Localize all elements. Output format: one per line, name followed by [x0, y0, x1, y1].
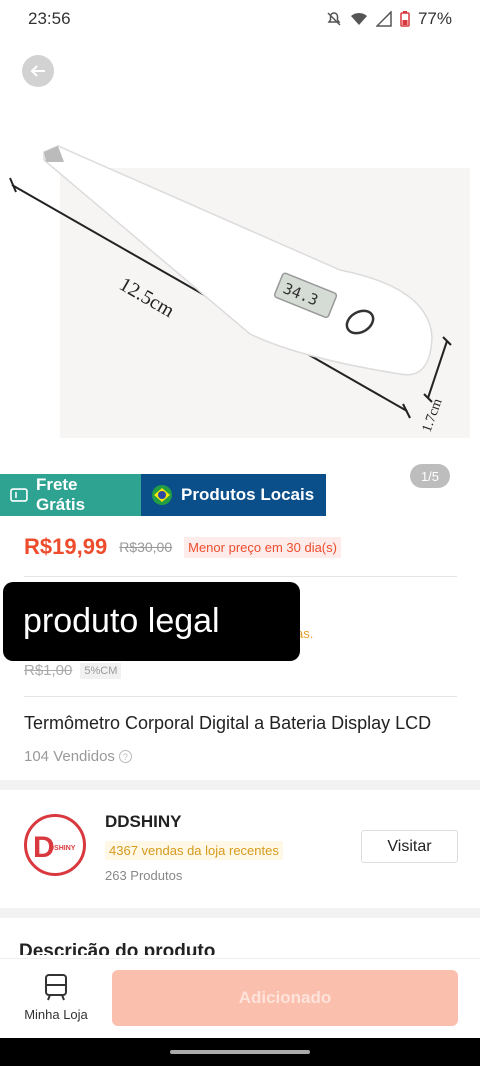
coin-row: R$1,00 5%CM	[24, 662, 122, 679]
store-sales: 4367 vendas da loja recentes	[105, 841, 283, 860]
battery-icon	[400, 11, 410, 27]
store-icon	[45, 974, 67, 1001]
price-row: R$19,99 R$30,00 Menor preço em 30 dia(s)	[24, 534, 341, 560]
brazil-flag-icon	[152, 485, 172, 505]
my-store-button[interactable]: Minha Loja	[18, 973, 94, 1022]
arrow-left-icon	[30, 65, 45, 77]
sold-count-label: 104 Vendidos	[24, 748, 115, 765]
product-image[interactable]: 12.5cm 1.7cm 34.3	[0, 38, 480, 474]
store-products: 263 Produtos	[105, 868, 183, 883]
store-logo-mark: D DSHINY	[33, 831, 76, 864]
coin-original-price: R$1,00	[24, 662, 73, 679]
video-caption: produto legal	[3, 582, 300, 661]
description-title: Descrição do produto	[19, 941, 216, 955]
home-indicator[interactable]	[170, 1050, 310, 1054]
signal-icon	[375, 11, 392, 27]
battery-percent: 77%	[417, 9, 452, 28]
mute-icon	[327, 12, 341, 26]
thermometer-illustration: 12.5cm 1.7cm 34.3	[9, 145, 470, 438]
divider	[24, 696, 457, 697]
back-button[interactable]	[22, 55, 54, 87]
original-price: R$30,00	[119, 539, 173, 555]
local-products-badge: Produtos Locais	[141, 474, 326, 516]
status-time: 23:56	[28, 9, 71, 28]
status-icons: 77%	[326, 9, 452, 29]
help-icon[interactable]: ?	[118, 750, 132, 763]
free-shipping-badge: Frete Grátis	[0, 474, 141, 516]
lowest-price-tag: Menor preço em 30 dia(s)	[184, 536, 341, 558]
system-nav-bar	[0, 1038, 480, 1066]
visit-store-button[interactable]: Visitar	[361, 830, 458, 863]
image-page-indicator: 1/5	[410, 464, 450, 488]
current-price: R$19,99	[24, 534, 108, 559]
coin-tag: 5%CM	[80, 662, 122, 679]
section-gap	[0, 908, 480, 918]
wifi-icon	[350, 13, 367, 25]
local-products-label: Produtos Locais	[181, 485, 315, 504]
sold-count: 104 Vendidos ?	[24, 748, 132, 765]
product-title: Termômetro Corporal Digital a Bateria Di…	[24, 713, 432, 733]
free-shipping-label: Frete Grátis	[35, 475, 86, 514]
status-bar: 23:56 77%	[0, 0, 480, 38]
my-store-label: Minha Loja	[24, 1007, 88, 1022]
bottom-bar: Minha Loja Adicionado	[0, 958, 480, 1038]
store-name[interactable]: DDSHINY	[105, 812, 182, 832]
section-gap	[0, 780, 480, 790]
store-logo[interactable]: D DSHINY	[24, 814, 86, 876]
divider	[24, 576, 457, 577]
add-to-store-button[interactable]: Adicionado	[112, 970, 458, 1026]
badges: Frete Grátis Produtos Locais	[0, 474, 326, 516]
store-logo-text: DSHINY	[49, 845, 76, 852]
ticket-icon	[10, 488, 28, 502]
